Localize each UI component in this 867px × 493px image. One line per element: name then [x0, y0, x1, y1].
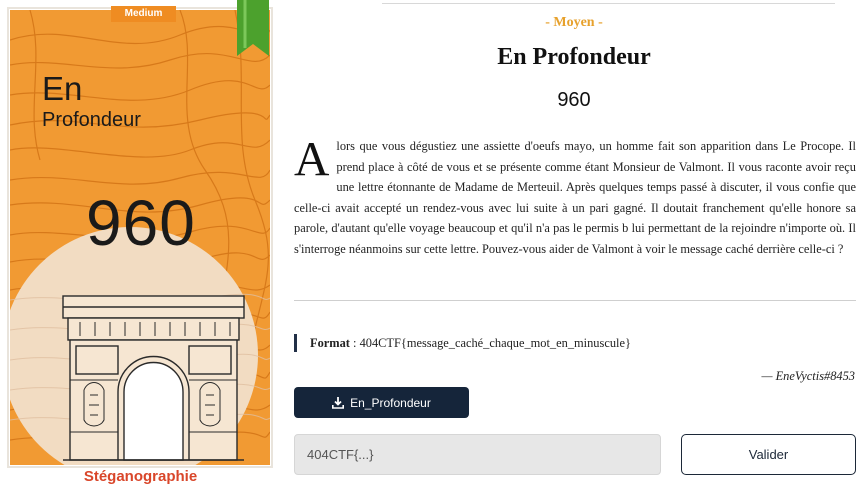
format-label: Format	[310, 336, 350, 350]
format-value: 404CTF{message_caché_chaque_mot_en_minus…	[359, 336, 631, 350]
card-points: 960	[86, 187, 196, 259]
card-category: Stéganographie	[83, 468, 198, 485]
download-button[interactable]: En_Profondeur	[294, 387, 469, 418]
difficulty-badge: Medium	[111, 6, 176, 22]
format-hint: Format : 404CTF{message_caché_chaque_mot…	[294, 334, 631, 352]
arc-de-triomphe-icon	[62, 295, 245, 461]
challenge-card: Medium En Profondeur 960 Stéganographie	[0, 0, 281, 493]
flag-input[interactable]	[294, 434, 661, 475]
challenge-points: 960	[557, 89, 591, 111]
card-subtitle: Profondeur	[42, 109, 141, 131]
top-divider	[382, 0, 835, 4]
content-divider	[294, 300, 856, 301]
validate-button[interactable]: Valider	[681, 434, 856, 475]
difficulty-label: - Moyen -	[545, 15, 603, 30]
description-text: lors que vous dégustiez une assiette d'o…	[294, 139, 856, 256]
challenge-author: — EneVyctis#8453	[761, 369, 856, 383]
download-icon	[332, 396, 345, 409]
description-dropcap: A	[294, 131, 330, 186]
download-label: En_Profondeur	[350, 395, 431, 410]
challenge-description: Alors que vous dégustiez une assiette d'…	[294, 131, 856, 259]
card-title: En	[42, 70, 83, 107]
challenge-title: En Profondeur	[497, 44, 651, 70]
